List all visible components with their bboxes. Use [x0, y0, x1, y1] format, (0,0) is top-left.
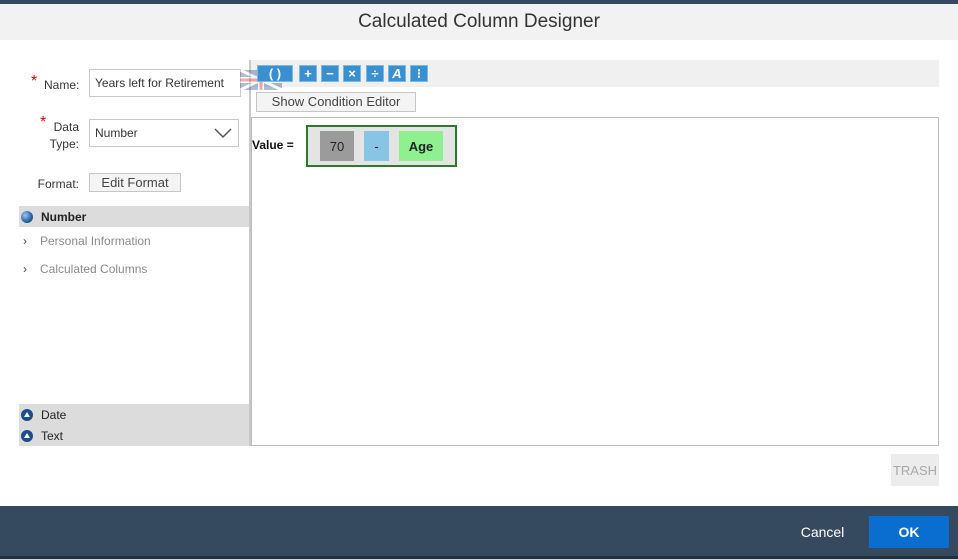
- condition-button[interactable]: ⁝: [410, 65, 428, 82]
- minus-button[interactable]: −: [321, 65, 339, 82]
- tree-header-text[interactable]: Text: [19, 425, 249, 446]
- chevron-right-icon: ›: [23, 234, 27, 248]
- chevron-right-icon: ›: [23, 262, 27, 276]
- multiply-button[interactable]: ×: [343, 65, 361, 82]
- tree-item-label: Calculated Columns: [40, 262, 148, 276]
- tree-item-label: Personal Information: [40, 234, 151, 248]
- expression-token-column[interactable]: Age: [399, 131, 443, 161]
- cancel-button[interactable]: Cancel: [790, 516, 855, 548]
- data-type-label-line2: Type:: [49, 137, 79, 151]
- format-label: Format:: [37, 177, 79, 191]
- tree-header-number[interactable]: Number: [19, 206, 249, 227]
- name-label: Name:: [44, 78, 80, 92]
- tree-header-text-label: Text: [41, 428, 64, 443]
- edit-format-button[interactable]: Edit Format: [89, 173, 181, 192]
- data-type-label-line1: Data: [53, 120, 79, 134]
- tree-header-number-label: Number: [41, 209, 87, 224]
- required-indicator-name: *: [31, 73, 38, 90]
- parentheses-button[interactable]: ( ): [257, 65, 293, 82]
- ok-button[interactable]: OK: [869, 516, 949, 548]
- data-type-value: Number: [95, 126, 138, 140]
- tree-item-calculated-columns[interactable]: › Calculated Columns: [23, 262, 147, 276]
- dialog-title-bar: Calculated Column Designer: [0, 4, 958, 40]
- calculated-column-dialog: Calculated Column Designer * Name: Years…: [0, 0, 958, 559]
- expression-token-operator[interactable]: -: [364, 131, 389, 161]
- tree-header-date[interactable]: Date: [19, 404, 249, 425]
- collapse-triangle-icon: [21, 408, 33, 421]
- value-label: Value =: [252, 138, 294, 152]
- name-input[interactable]: Years left for Retirement: [89, 69, 241, 97]
- show-condition-editor-button[interactable]: Show Condition Editor: [256, 92, 416, 112]
- expression-token-number[interactable]: 70: [320, 131, 354, 161]
- plus-button[interactable]: +: [299, 65, 317, 82]
- function-button[interactable]: A: [388, 65, 406, 82]
- tree-header-date-label: Date: [41, 407, 67, 422]
- divide-button[interactable]: ÷: [366, 65, 384, 82]
- expand-ball-icon: [21, 210, 33, 223]
- tree-item-personal-information[interactable]: › Personal Information: [23, 234, 151, 248]
- collapse-triangle-icon: [21, 429, 33, 442]
- trash-dropzone[interactable]: TRASH: [891, 454, 939, 486]
- chevron-down-icon: [214, 128, 232, 139]
- data-type-select[interactable]: Number: [89, 119, 239, 147]
- dialog-title: Calculated Column Designer: [358, 11, 600, 32]
